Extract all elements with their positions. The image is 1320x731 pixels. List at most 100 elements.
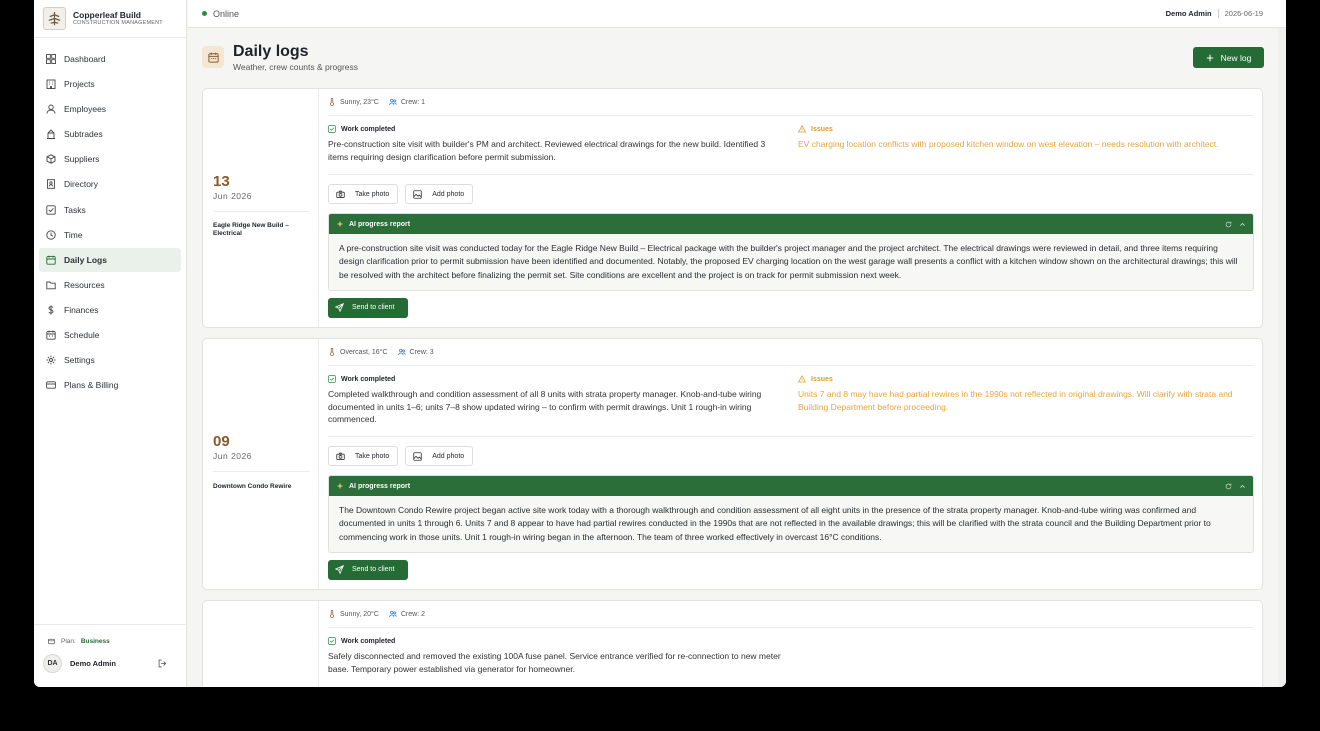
plus-icon (1206, 54, 1213, 61)
sidebar-item-label: Schedule (64, 330, 100, 341)
sidebar-item-subtrades[interactable]: Subtrades (39, 122, 181, 146)
topbar-user[interactable]: Demo Admin (1166, 9, 1212, 18)
work-completed-section: Work completed Safely disconnected and r… (328, 637, 786, 675)
topbar-date: 2026-06-19 (1224, 9, 1263, 18)
log-card: 13 Jun 2026 Eagle Ridge New Build – Elec… (202, 88, 1263, 328)
refresh-icon[interactable] (1225, 221, 1232, 228)
clock-icon (46, 230, 56, 240)
crew-info: Crew: 3 (397, 348, 434, 356)
log-month: Jun 2026 (213, 191, 252, 201)
box-icon (46, 154, 56, 165)
log-body: Sunny, 20°C Crew: 2 Work completed Safel… (328, 601, 1254, 684)
sidebar-item-settings[interactable]: Settings (39, 348, 181, 372)
send-to-client-button[interactable]: Send to client (328, 297, 408, 318)
weather-info: Sunny, 20°C (328, 610, 379, 618)
sidebar-item-label: Settings (64, 355, 95, 366)
chevron-up-icon[interactable] (1239, 221, 1246, 228)
sidebar-item-label: Resources (64, 279, 105, 290)
refresh-icon[interactable] (1225, 483, 1232, 490)
person-icon (46, 104, 56, 114)
sidebar-item-schedule[interactable]: Schedule (39, 323, 181, 347)
sidebar-item-plans-billing[interactable]: Plans & Billing (39, 373, 181, 397)
sidebar-item-resources[interactable]: Resources (39, 273, 181, 297)
ai-report-header[interactable]: AI progress report (329, 214, 1253, 234)
ai-report-header[interactable]: AI progress report (329, 476, 1253, 496)
sidebar: Copperleaf Build CONSTRUCTION MANAGEMENT… (34, 0, 187, 687)
crew-text: Crew: 1 (400, 98, 425, 106)
connection-status: Online (213, 8, 240, 19)
crane-icon (47, 129, 55, 140)
log-project[interactable]: Downtown Condo Rewire (213, 483, 309, 491)
work-completed-label: Work completed (328, 637, 786, 645)
log-meta: Overcast, 16°C Crew: 3 (328, 339, 1254, 366)
work-completed-text: Completed walkthrough and condition asse… (328, 389, 762, 424)
plan-value: Business (80, 638, 110, 645)
divider (213, 471, 310, 472)
work-completed-section: Work completed Pre-construction site vis… (328, 125, 786, 163)
check-square-icon (328, 637, 336, 645)
work-completed-label: Work completed (328, 375, 786, 383)
log-date-column: 09 Jun 2026 Downtown Condo Rewire (203, 339, 319, 589)
sidebar-item-label: Suppliers (64, 154, 100, 165)
thermometer-icon (330, 610, 334, 618)
issues-text: Units 7 and 8 may have had partial rewir… (798, 389, 1233, 412)
brand[interactable]: Copperleaf Build CONSTRUCTION MANAGEMENT (34, 0, 186, 38)
image-add-icon (413, 451, 422, 461)
new-log-label: New log (1220, 52, 1252, 63)
user-name: Demo Admin (70, 659, 116, 668)
issues-section: Issues Units 7 and 8 may have had partia… (798, 375, 1253, 413)
log-project[interactable]: Eagle Ridge New Build – Electrical (213, 222, 309, 238)
log-details: Work completed Safely disconnected and r… (328, 628, 1254, 684)
logout-icon[interactable] (158, 655, 167, 673)
log-date-column (203, 601, 319, 687)
take-photo-button[interactable]: Take photo (328, 446, 399, 466)
building-icon (46, 79, 56, 90)
avatar[interactable]: DA (43, 654, 62, 673)
page-title: Daily logs (233, 43, 309, 60)
ai-report-text: A pre-construction site visit was conduc… (329, 234, 1253, 290)
sidebar-item-employees[interactable]: Employees (39, 97, 181, 121)
calendar-icon (46, 255, 56, 265)
checkbox-icon (46, 204, 56, 215)
weather-text: Overcast, 16°C (340, 348, 388, 356)
log-card: 09 Jun 2026 Downtown Condo Rewire Overca… (202, 338, 1263, 590)
camera-icon (336, 190, 345, 198)
send-to-client-button[interactable]: Send to client (328, 559, 408, 580)
page-header: Daily logs Weather, crew counts & progre… (202, 43, 1264, 73)
brand-name: Copperleaf Build (73, 10, 142, 20)
photo-actions: Take photo Add photo (328, 175, 1254, 213)
sidebar-item-projects[interactable]: Projects (39, 72, 181, 96)
weather-text: Sunny, 23°C (340, 98, 379, 106)
ai-report-panel: AI progress report A pre-construction si… (328, 213, 1254, 291)
sidebar-item-time[interactable]: Time (39, 223, 181, 247)
ai-report-title: AI progress report (349, 220, 411, 228)
sidebar-item-label: Plans & Billing (64, 380, 119, 391)
sidebar-item-daily-logs[interactable]: Daily Logs (39, 247, 181, 272)
new-log-button[interactable]: New log (1193, 47, 1264, 68)
plan-indicator[interactable]: Plan: Business (34, 625, 187, 645)
sidebar-item-finances[interactable]: Finances (39, 298, 181, 322)
sidebar-item-label: Subtrades (64, 129, 103, 140)
work-completed-label: Work completed (328, 125, 786, 133)
sidebar-item-dashboard[interactable]: Dashboard (39, 47, 181, 71)
online-status-dot (202, 11, 207, 16)
scrollbar[interactable] (1278, 28, 1286, 687)
sidebar-footer: Plan: Business DA Demo Admin (34, 624, 187, 687)
ai-report-text: The Downtown Condo Rewire project began … (329, 496, 1253, 552)
take-photo-button[interactable]: Take photo (328, 184, 399, 204)
image-add-icon (413, 189, 422, 199)
work-completed-text: Safely disconnected and removed the exis… (328, 651, 781, 674)
work-completed-section: Work completed Completed walkthrough and… (328, 375, 786, 426)
sidebar-item-suppliers[interactable]: Suppliers (39, 147, 181, 171)
add-photo-button[interactable]: Add photo (405, 184, 474, 204)
label-text: Issues (811, 125, 833, 133)
sidebar-item-label: Employees (64, 104, 107, 115)
sidebar-item-directory[interactable]: Directory (39, 172, 181, 196)
add-photo-button[interactable]: Add photo (405, 446, 474, 466)
chevron-up-icon[interactable] (1239, 483, 1246, 490)
send-icon (335, 303, 344, 313)
sidebar-item-tasks[interactable]: Tasks (39, 198, 181, 222)
sidebar-item-label: Time (64, 229, 83, 240)
button-label: Send to client (352, 304, 395, 312)
folder-icon (46, 281, 56, 290)
